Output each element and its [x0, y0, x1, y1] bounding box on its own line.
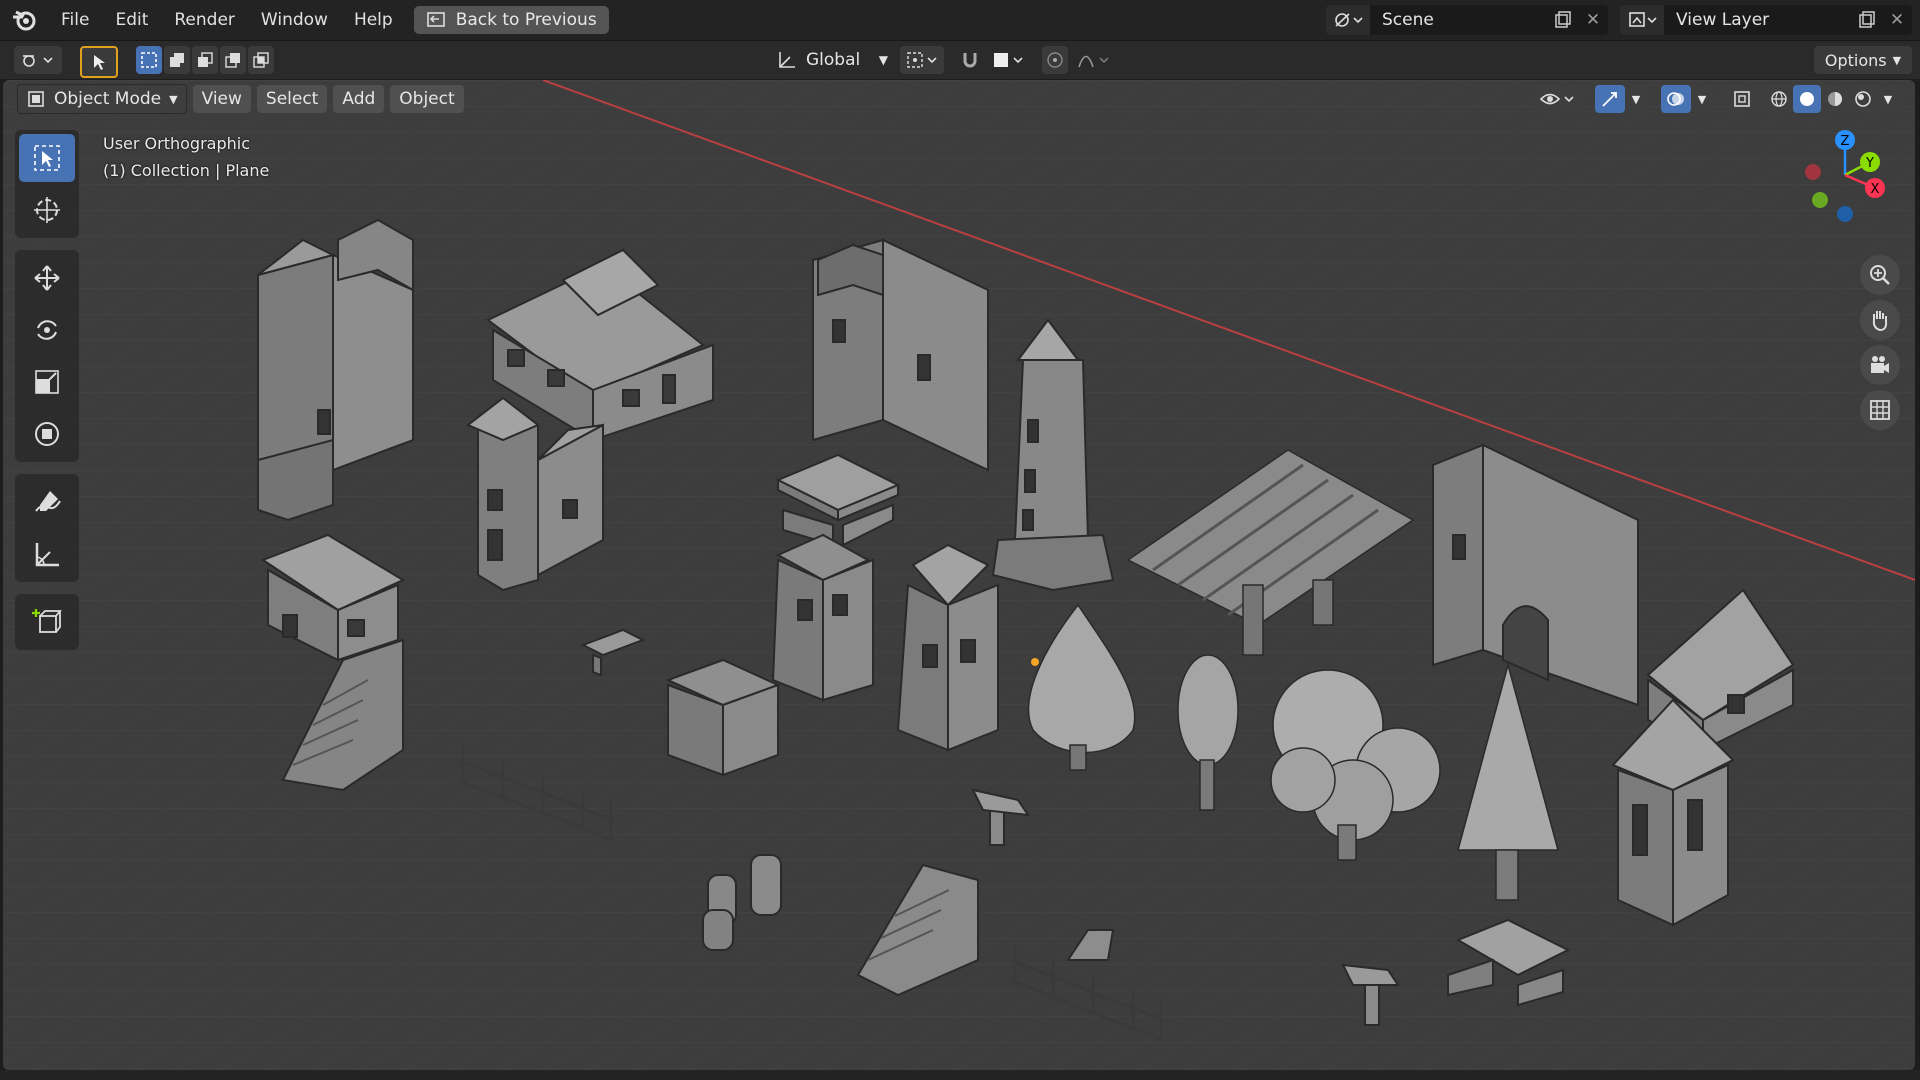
menu-help[interactable]: Help	[341, 0, 406, 40]
select-box-icon[interactable]	[19, 134, 75, 182]
move-icon[interactable]	[19, 254, 75, 302]
mode-dropdown[interactable]: Object Mode ▼	[17, 84, 187, 114]
camera-view-icon[interactable]	[1860, 345, 1900, 385]
menu-window[interactable]: Window	[248, 0, 341, 40]
transform-orientation-label: Global	[806, 50, 861, 70]
chevron-down-icon: ▼	[169, 92, 178, 106]
select-intersect-icon[interactable]	[248, 46, 274, 74]
perspective-grid-icon[interactable]	[1860, 390, 1900, 430]
blender-logo-icon[interactable]	[0, 0, 48, 40]
back-to-previous-button[interactable]: Back to Previous	[413, 6, 609, 34]
object-mode-icon	[28, 91, 44, 107]
select-menu[interactable]: Select	[256, 85, 328, 113]
new-view-layer-icon[interactable]	[1852, 5, 1882, 35]
viewport-header: Object Mode ▼ View Select Add Object	[17, 84, 464, 114]
options-label: Options	[1824, 50, 1887, 70]
overlays-toggle-icon[interactable]	[1661, 85, 1691, 113]
visibility-dropdown[interactable]	[1535, 85, 1581, 113]
status-bar	[0, 1070, 1920, 1080]
proportional-edit-icon[interactable]	[1042, 46, 1068, 74]
active-object-label: (1) Collection | Plane	[103, 161, 270, 180]
wireframe-shading-icon[interactable]	[1765, 85, 1793, 113]
delete-scene-icon[interactable]: ✕	[1578, 5, 1608, 35]
add-menu[interactable]: Add	[333, 85, 385, 113]
view-menu[interactable]: View	[192, 85, 251, 113]
viewport-right-header: ▼ ▼ ▼	[1535, 84, 1899, 114]
menu-file[interactable]: File	[48, 0, 102, 40]
rendered-shading-icon[interactable]	[1849, 85, 1877, 113]
pivot-point-dropdown[interactable]	[900, 46, 944, 74]
x-axis-label: X	[1871, 182, 1880, 197]
measure-icon[interactable]	[19, 530, 75, 578]
select-tool-mode-icon[interactable]	[80, 46, 118, 78]
transform-tools-group	[15, 250, 79, 462]
select-tools-group	[15, 130, 79, 238]
object-origin-icon	[1031, 658, 1039, 666]
transform-orientation-dropdown[interactable]: Global ▼	[770, 46, 894, 74]
navigation-gizmo[interactable]: Z Y X	[1790, 120, 1900, 230]
rotate-icon[interactable]	[19, 306, 75, 354]
options-dropdown[interactable]: Options ▼	[1814, 46, 1912, 74]
pivot-icon	[907, 52, 937, 68]
select-subtract-icon[interactable]	[192, 46, 218, 74]
scene-name[interactable]: Scene	[1370, 10, 1548, 30]
snap-element-dropdown[interactable]	[986, 46, 1030, 74]
watchtower-object[interactable]	[771, 533, 874, 702]
xray-toggle-icon[interactable]	[1727, 85, 1757, 113]
annotate-icon[interactable]	[19, 478, 75, 526]
viewport-info-overlay: User Orthographic (1) Collection | Plane	[103, 130, 269, 184]
view-layer-name[interactable]: View Layer	[1664, 10, 1852, 30]
add-cube-icon[interactable]	[19, 598, 75, 646]
back-screen-icon	[426, 12, 445, 27]
snap-toggle-icon[interactable]	[956, 46, 984, 74]
delete-view-layer-icon[interactable]: ✕	[1882, 5, 1912, 35]
chevron-down-icon[interactable]: ▼	[1877, 85, 1899, 113]
editor-type-icon[interactable]	[14, 46, 62, 74]
neg-x-axis-icon[interactable]	[1805, 164, 1821, 180]
3d-viewport[interactable]: Object Mode ▼ View Select Add Object ▼ ▼	[3, 80, 1915, 1070]
falloff-dropdown[interactable]	[1072, 46, 1116, 74]
annotate-tools-group	[15, 474, 79, 582]
mode-label: Object Mode	[54, 89, 162, 109]
neg-z-axis-icon[interactable]	[1837, 206, 1853, 222]
select-extend-icon[interactable]	[164, 46, 190, 74]
scene-selector[interactable]: Scene ✕	[1326, 5, 1608, 35]
eye-icon	[1539, 93, 1574, 105]
pan-hand-icon[interactable]	[1860, 300, 1900, 340]
top-menu-bar: File Edit Render Window Help Back to Pre…	[0, 0, 1920, 41]
chevron-down-icon[interactable]: ▼	[1625, 85, 1647, 113]
tool-settings-bar: Global ▼ Options ▼	[0, 41, 1920, 80]
select-new-icon[interactable]	[136, 46, 162, 74]
viewport-scene	[3, 80, 1915, 1070]
orientation-icon	[779, 52, 795, 68]
chevron-down-icon[interactable]: ▼	[1691, 85, 1713, 113]
back-to-previous-label: Back to Previous	[455, 10, 597, 30]
y-axis-label: Y	[1865, 156, 1874, 171]
zoom-icon[interactable]	[1860, 255, 1900, 295]
new-scene-icon[interactable]	[1548, 5, 1578, 35]
view-layer-icon[interactable]	[1620, 5, 1664, 35]
select-invert-icon[interactable]	[220, 46, 246, 74]
chevron-down-icon: ▼	[878, 53, 888, 67]
view-projection-label: User Orthographic	[103, 134, 251, 153]
gizmo-toggle-icon[interactable]	[1595, 85, 1625, 113]
chevron-down-icon: ▼	[1892, 53, 1902, 67]
turret-object[interactable]	[665, 658, 781, 777]
menu-render[interactable]: Render	[161, 0, 248, 40]
view-layer-selector[interactable]: View Layer ✕	[1620, 5, 1912, 35]
material-shading-icon[interactable]	[1821, 85, 1849, 113]
transform-icon[interactable]	[19, 410, 75, 458]
add-tools-group	[15, 594, 79, 650]
menu-edit[interactable]: Edit	[102, 0, 161, 40]
z-axis-label: Z	[1841, 134, 1850, 149]
scale-icon[interactable]	[19, 358, 75, 406]
scene-icon[interactable]	[1326, 5, 1370, 35]
neg-y-axis-icon[interactable]	[1812, 192, 1828, 208]
solid-shading-icon[interactable]	[1793, 85, 1821, 113]
object-menu[interactable]: Object	[390, 85, 464, 113]
cursor-icon[interactable]	[19, 186, 75, 234]
tool-shelf	[15, 130, 79, 662]
